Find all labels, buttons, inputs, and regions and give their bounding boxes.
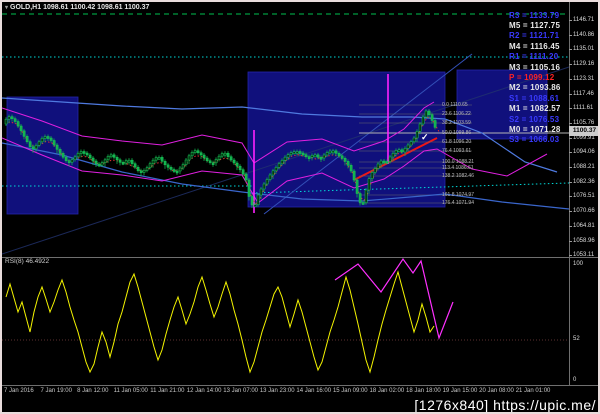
time-axis-label: 12 Jan 14:00 (186, 388, 222, 394)
price-axis-label: 1129.16 (573, 61, 595, 68)
price-axis-tick (569, 122, 572, 124)
fib-label: 161.8 1074.97 (442, 191, 474, 198)
price-axis-label: 1064.81 (573, 222, 595, 229)
pivot-label-m5: M5 = 1127.75 (509, 20, 561, 30)
price-axis-tick (569, 64, 572, 66)
price-axis-tick (569, 240, 572, 242)
price-axis-tick (569, 181, 572, 183)
rsi-scale-label: 52 (573, 336, 580, 342)
price-axis-label: 1094.06 (573, 149, 595, 156)
time-axis-separator (2, 385, 598, 386)
price-axis-tick (569, 196, 572, 198)
pivot-label-r2: R2 = 1121.71 (509, 31, 560, 41)
chart-window: ▾ GOLD,H1 1098.61 1100.42 1098.61 1100.37… (0, 0, 600, 414)
fib-label: 50.0 1099.86 (442, 129, 472, 136)
price-axis-label: 1135.01 (573, 46, 595, 53)
price-axis-tick (569, 34, 572, 36)
price-axis-label: 1088.21 (573, 164, 595, 170)
fib-label: 23.6 1106.22 (442, 110, 471, 117)
time-axis-label: 15 Jan 09:00 (332, 388, 368, 394)
time-axis-label: 14 Jan 16:00 (296, 388, 332, 394)
chart-title-text: GOLD,H1 1098.61 1100.42 1098.61 1100.37 (10, 4, 150, 11)
price-axis-label: 1076.51 (573, 193, 595, 200)
time-axis-label: 8 Jan 12:00 (77, 388, 109, 394)
price-axis-label: 1082.36 (573, 178, 595, 185)
rsi-indicator-label: RSI(8) 46.4922 (5, 258, 50, 265)
time-axis-label: 18 Jan 18:00 (406, 388, 441, 394)
pivot-label-s2: S2 = 1076.53 (509, 114, 560, 124)
price-axis-label: 1058.96 (573, 237, 595, 244)
rsi-scale-label: 100 (573, 261, 584, 267)
symbol-dropdown-icon[interactable]: ▾ (5, 5, 8, 11)
fib-label: 38.2 1103.59 (442, 119, 471, 126)
fib-label: 76.4 1093.61 (442, 147, 472, 154)
price-axis-tick (569, 78, 572, 80)
price-axis-separator (569, 2, 570, 385)
price-axis-label: 1053.11 (573, 252, 595, 259)
pivot-label-m2: M2 = 1093.86 (509, 83, 561, 93)
time-axis-label: 21 Jan 01:00 (515, 388, 551, 394)
fib-label: 113.4 1086.61 (442, 164, 474, 171)
rsi-scale-label: 0 (573, 377, 577, 383)
pivot-label-m1: M1 = 1082.57 (509, 104, 561, 114)
pivot-label-s1: S1 = 1088.61 (509, 93, 560, 103)
fib-label: 138.2 1082.46 (442, 172, 474, 179)
pivot-label-r3: R3 = 1133.79 (509, 10, 560, 20)
price-axis-tick (569, 225, 572, 227)
pivot-label-p: P = 1099.12 (509, 72, 555, 82)
rsi-zigzag[interactable] (334, 257, 454, 341)
price-axis-tick (569, 137, 572, 139)
price-axis-label: 1070.66 (573, 208, 595, 215)
pivot-label-s3: S3 = 1066.03 (509, 135, 560, 145)
time-axis-label: 11 Jan 21:00 (150, 388, 185, 394)
pivot-label-m3: M3 = 1105.16 (509, 62, 561, 72)
fib-label: 176.4 1071.94 (442, 199, 474, 206)
fib-label: 0.0 1110.65 (442, 101, 468, 108)
price-axis-label: 1117.46 (573, 90, 594, 97)
current-price-tag: 1100.37 (569, 126, 598, 136)
price-axis-tick (569, 108, 572, 110)
price-axis-tick (569, 20, 572, 21)
zone-box[interactable] (247, 71, 446, 208)
price-axis-label: 1111.61 (573, 105, 594, 112)
price-axis-label: 1105.76 (573, 119, 595, 126)
price-arrow-icon: ✓ (421, 132, 429, 142)
time-axis-label: 19 Jan 15:00 (442, 388, 478, 394)
watermark-text: [1276x840] https://upic.me/ (414, 397, 596, 413)
price-axis-tick (569, 93, 572, 95)
pane-separator[interactable] (2, 257, 598, 258)
time-axis-label: 7 Jan 2016 (4, 388, 34, 394)
pivot-label-m4: M4 = 1116.45 (509, 41, 560, 51)
fib-label: 100.0 1088.21 (442, 158, 474, 165)
pivot-label-m0: M0 = 1071.28 (509, 124, 561, 134)
pivot-label-r1: R1 = 1111.20 (509, 52, 559, 62)
time-axis-label: 7 Jan 19:00 (40, 388, 72, 394)
fib-label: 61.8 1096.20 (442, 138, 472, 145)
price-axis-label: 1146.71 (573, 17, 595, 23)
price-axis-tick (569, 211, 572, 213)
price-axis-tick (569, 167, 572, 168)
price-axis-label: 1123.31 (573, 75, 595, 82)
time-axis-label: 13 Jan 23:00 (259, 388, 295, 394)
price-axis-tick (569, 152, 572, 154)
chart-title: ▾ GOLD,H1 1098.61 1100.42 1098.61 1100.37 (5, 4, 149, 11)
time-axis-label: 11 Jan 05:00 (113, 388, 148, 394)
price-axis-tick (569, 255, 572, 257)
price-axis-tick (569, 49, 572, 51)
time-axis-label: 13 Jan 07:00 (223, 388, 258, 394)
rsi-indicator (2, 270, 569, 374)
time-axis-label: 18 Jan 02:00 (369, 388, 405, 394)
price-axis-label: 1140.86 (573, 31, 595, 38)
time-axis-label: 20 Jan 08:00 (479, 388, 514, 394)
